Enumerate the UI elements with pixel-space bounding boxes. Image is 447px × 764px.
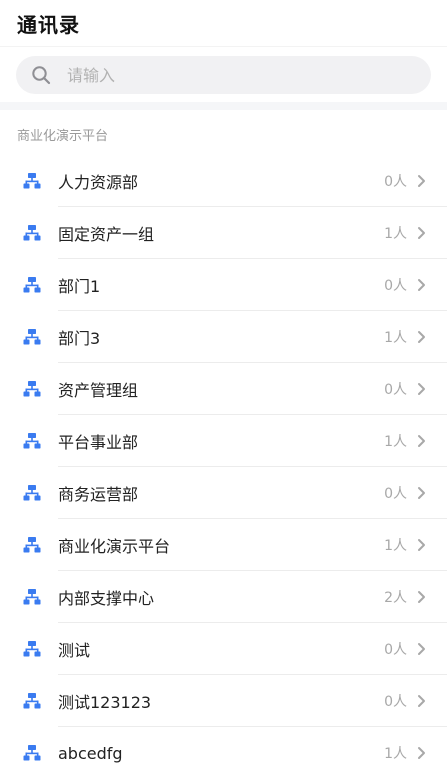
org-chart-icon <box>22 171 42 191</box>
member-count: 2人 <box>384 590 407 606</box>
department-item[interactable]: 测试 0人 <box>0 623 447 675</box>
search-box[interactable] <box>16 56 431 94</box>
member-count: 1人 <box>384 330 407 346</box>
contacts-screen: 通讯录 商业化演示平台 人力资源部 0人 固定资产一组 1人 <box>0 0 447 764</box>
org-chart-icon <box>22 587 42 607</box>
member-count: 0人 <box>384 486 407 502</box>
member-count: 1人 <box>384 434 407 450</box>
member-count: 0人 <box>384 642 407 658</box>
department-name: 商业化演示平台 <box>58 537 171 556</box>
page-title: 通讯录 <box>17 12 80 37</box>
department-name: 商务运营部 <box>58 485 139 504</box>
department-name: 平台事业部 <box>58 433 139 452</box>
chevron-right-icon <box>417 226 427 240</box>
org-chart-icon <box>22 691 42 711</box>
section-divider <box>0 102 447 110</box>
member-count: 1人 <box>384 226 407 242</box>
chevron-right-icon <box>417 382 427 396</box>
department-name: abcedfg <box>58 743 123 763</box>
department-name: 固定资产一组 <box>58 225 155 244</box>
org-chart-icon <box>22 431 42 451</box>
department-item[interactable]: 商业化演示平台 1人 <box>0 519 447 571</box>
department-name: 内部支撑中心 <box>58 589 155 608</box>
header: 通讯录 <box>0 0 447 47</box>
chevron-right-icon <box>417 278 427 292</box>
department-item[interactable]: 测试123123 0人 <box>0 675 447 727</box>
org-chart-icon <box>22 483 42 503</box>
member-count: 0人 <box>384 278 407 294</box>
member-count: 1人 <box>384 746 407 762</box>
chevron-right-icon <box>417 538 427 552</box>
member-count: 1人 <box>384 538 407 554</box>
org-chart-icon <box>22 223 42 243</box>
org-chart-icon <box>22 379 42 399</box>
chevron-right-icon <box>417 746 427 760</box>
chevron-right-icon <box>417 642 427 656</box>
department-item[interactable]: abcedfg 1人 <box>0 727 447 764</box>
member-count: 0人 <box>384 694 407 710</box>
department-item[interactable]: 平台事业部 1人 <box>0 415 447 467</box>
member-count: 0人 <box>384 382 407 398</box>
department-name: 测试123123 <box>58 693 152 712</box>
department-item[interactable]: 人力资源部 0人 <box>0 155 447 207</box>
org-chart-icon <box>22 327 42 347</box>
department-list: 人力资源部 0人 固定资产一组 1人 部门1 0人 部门3 1人 资产管理组 0… <box>0 155 447 764</box>
org-chart-icon <box>22 639 42 659</box>
department-item[interactable]: 部门3 1人 <box>0 311 447 363</box>
chevron-right-icon <box>417 174 427 188</box>
chevron-right-icon <box>417 486 427 500</box>
department-item[interactable]: 商务运营部 0人 <box>0 467 447 519</box>
department-item[interactable]: 部门1 0人 <box>0 259 447 311</box>
chevron-right-icon <box>417 694 427 708</box>
department-name: 资产管理组 <box>58 381 139 400</box>
org-chart-icon <box>22 535 42 555</box>
member-count: 0人 <box>384 174 407 190</box>
chevron-right-icon <box>417 590 427 604</box>
section-title: 商业化演示平台 <box>17 129 109 144</box>
department-name: 测试 <box>58 641 91 660</box>
org-chart-icon <box>22 743 42 763</box>
department-name: 部门1 <box>58 277 101 296</box>
search-bar <box>0 47 447 102</box>
department-item[interactable]: 资产管理组 0人 <box>0 363 447 415</box>
department-name: 人力资源部 <box>58 173 139 192</box>
department-item[interactable]: 内部支撑中心 2人 <box>0 571 447 623</box>
org-chart-icon <box>22 275 42 295</box>
chevron-right-icon <box>417 330 427 344</box>
chevron-right-icon <box>417 434 427 448</box>
department-name: 部门3 <box>58 329 101 348</box>
department-item[interactable]: 固定资产一组 1人 <box>0 207 447 259</box>
search-icon <box>31 65 51 85</box>
search-input[interactable] <box>67 65 431 85</box>
